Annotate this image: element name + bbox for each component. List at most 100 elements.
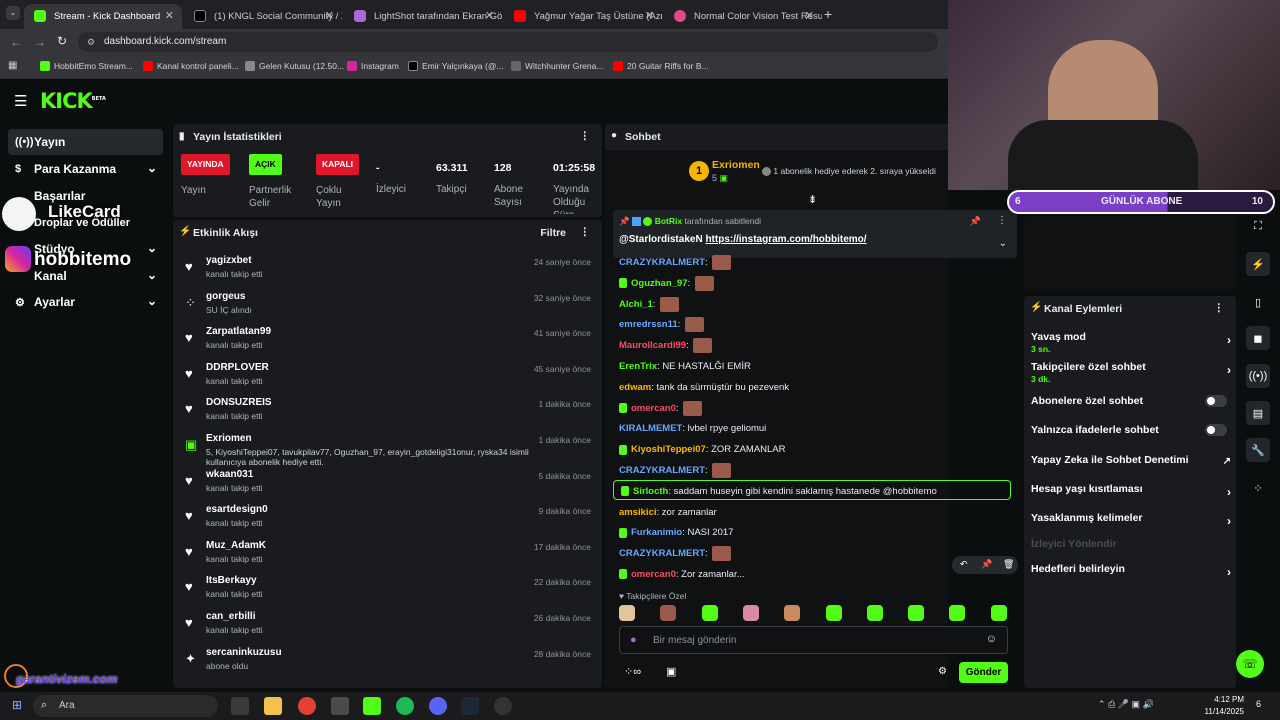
event-username[interactable]: Exriomen	[206, 433, 252, 444]
channel-action-item[interactable]: Yapay Zeka ile Sohbet Denetimi ↗	[1031, 454, 1231, 467]
tab-color-test[interactable]: Normal Color Vision Test Result ✕	[664, 4, 822, 29]
task-view-icon[interactable]	[231, 697, 249, 715]
event-username[interactable]: DONSUZREIS	[206, 397, 272, 408]
sidebar-item-ayarlar[interactable]: ⚙ Ayarlar ⌄	[8, 289, 163, 315]
discord-icon[interactable]	[429, 697, 447, 715]
event-username[interactable]: ItsBerkayy	[206, 575, 257, 586]
channel-action-item[interactable]: Abonelere özel sohbet	[1031, 395, 1231, 407]
pin-message-icon[interactable]: 📌	[981, 559, 992, 570]
kick-logo[interactable]: KICKBETA	[40, 89, 106, 113]
chat-message[interactable]: omercan0: Zor zamanlar...	[619, 567, 745, 583]
event-username[interactable]: gorgeus	[206, 291, 245, 302]
close-tab-icon[interactable]: ✕	[485, 9, 494, 22]
emote-option[interactable]	[949, 605, 966, 621]
chat-message[interactable]: CRAZYKRALMERT:	[619, 255, 732, 271]
reply-icon[interactable]: ↶	[960, 559, 968, 570]
send-button[interactable]: Gönder	[959, 662, 1008, 683]
chat-username[interactable]: omercan0	[631, 403, 676, 414]
channel-action-item[interactable]: Yalnızca ifadelerle sohbet	[1031, 424, 1231, 436]
kebab-menu-icon[interactable]: ⋮	[580, 130, 591, 142]
event-username[interactable]: esartdesign0	[206, 504, 268, 515]
chat-message[interactable]: Maurollcardi99:	[619, 338, 713, 354]
kick-app-icon[interactable]	[363, 697, 381, 715]
wrench-icon[interactable]: 🔧	[1246, 438, 1270, 462]
kebab-menu-icon[interactable]: ⋮	[997, 215, 1007, 226]
channel-action-item[interactable]: Yavaş mod 3 sn. ›	[1031, 331, 1231, 354]
emote-option[interactable]	[784, 605, 801, 621]
back-icon[interactable]: ←	[10, 35, 22, 49]
unpin-icon[interactable]: 📌	[970, 216, 981, 227]
chat-username[interactable]: emredrssn11	[619, 319, 678, 330]
chat-message[interactable]: emredrssn11:	[619, 317, 704, 333]
chat-message[interactable]: omercan0:	[619, 400, 703, 417]
delete-icon[interactable]: 🗑	[1003, 559, 1014, 570]
chat-settings-icon[interactable]: ⚙	[938, 666, 947, 677]
users-icon[interactable]: ⁘	[1246, 476, 1270, 500]
tab-x[interactable]: (1) KNGL Social Community / X ✕	[184, 4, 342, 29]
event-username[interactable]: yagizxbet	[206, 255, 252, 266]
bookmark-guitar[interactable]: 20 Guitar Riffs for B...	[613, 61, 709, 71]
event-username[interactable]: Muz_AdamK	[206, 540, 266, 551]
event-username[interactable]: DDRPLOVER	[206, 362, 269, 373]
bookmark-hobbitemo[interactable]: HobbitEmo Stream...	[40, 61, 133, 71]
channel-action-item[interactable]: Takipçilere özel sohbet 3 dk. ›	[1031, 361, 1231, 384]
tab-kick-dashboard[interactable]: Stream - Kick Dashboard ✕	[24, 4, 182, 29]
broadcast-icon[interactable]: ((•))	[1246, 364, 1270, 388]
channel-action-item[interactable]: Hedefleri belirleyin ›	[1031, 563, 1231, 579]
new-tab-icon[interactable]: +	[824, 6, 832, 22]
chat-username[interactable]: KiyoshiTeppei07	[631, 444, 706, 455]
pinned-link[interactable]: https://instagram.com/hobbitemo/	[705, 234, 866, 245]
chat-message[interactable]: KiyoshiTeppei07: ZOR ZAMANLAR	[619, 442, 786, 458]
bookmark-youtube-panel[interactable]: Kanal kontrol paneli...	[143, 61, 239, 71]
spotify-icon[interactable]	[396, 697, 414, 715]
chat-username[interactable]: amsikici	[619, 507, 657, 518]
chat-message[interactable]: amsikici: zor zamanlar	[619, 505, 717, 521]
channel-action-item[interactable]: İzleyici Yönlendir	[1031, 538, 1231, 550]
layout-icon[interactable]: ▤	[1246, 401, 1270, 425]
steam-icon[interactable]	[461, 697, 479, 715]
event-username[interactable]: wkaan031	[206, 469, 253, 480]
close-tab-icon[interactable]: ✕	[805, 9, 814, 22]
chat-message[interactable]: CRAZYKRALMERT:	[619, 546, 732, 562]
emoji-icon[interactable]: ☺	[986, 633, 997, 645]
bookmark-witchhunter[interactable]: Witchhunter Grena...	[511, 61, 603, 71]
chevron-down-icon[interactable]: ⌄	[999, 238, 1007, 249]
sidebar-item-yayin[interactable]: ((•)) Yayın	[8, 129, 163, 155]
forward-icon[interactable]: →	[34, 35, 46, 49]
tab-youtube[interactable]: Yağmur Yağar Taş Üstüne (Azra ✕	[504, 4, 662, 29]
reload-icon[interactable]: ↻	[57, 34, 67, 48]
chat-username[interactable]: CRAZYKRALMERT	[619, 465, 705, 476]
gifter-name[interactable]: Exriomen	[712, 159, 760, 171]
chat-username[interactable]: ErenTrix	[619, 361, 657, 372]
gift-box-icon[interactable]: ▣	[666, 665, 676, 678]
emote-option[interactable]	[990, 605, 1007, 621]
close-tab-icon[interactable]: ✕	[325, 9, 334, 22]
apps-grid-icon[interactable]: ▦	[8, 60, 17, 71]
points-icon[interactable]: ⁘∞	[624, 665, 641, 678]
chat-username[interactable]: edwam	[619, 382, 651, 393]
chat-username[interactable]: Alchi_1	[619, 299, 653, 310]
event-username[interactable]: sercaninkuzusu	[206, 647, 282, 658]
windows-start-icon[interactable]: ⊞	[12, 698, 22, 712]
file-explorer-icon[interactable]	[264, 697, 282, 715]
emote-option[interactable]	[701, 605, 718, 621]
emote-option[interactable]	[866, 605, 883, 621]
bookmark-x[interactable]: Emir Yalçınkaya (@...	[408, 61, 504, 71]
emote-option[interactable]	[825, 605, 842, 621]
chat-username[interactable]: Maurollcardi99	[619, 340, 686, 351]
bookmark-mail[interactable]: Gelen Kutusu (12.50...	[245, 61, 344, 71]
chat-message[interactable]: Oguzhan_97:	[619, 275, 714, 292]
chat-username[interactable]: omercan0	[631, 569, 676, 580]
notifications-badge[interactable]: 6	[1256, 699, 1261, 709]
event-username[interactable]: Zarpatlatan99	[206, 326, 271, 337]
close-tab-icon[interactable]: ✕	[645, 9, 654, 22]
chat-message[interactable]: CRAZYKRALMERT:	[619, 463, 732, 479]
site-info-icon[interactable]: ⚙	[87, 32, 95, 52]
chat-bubble-icon[interactable]: ◼	[1246, 326, 1270, 350]
chat-message[interactable]: KIRALMEMET: lvbel rpye geliomui	[619, 421, 766, 437]
tab-lightshot[interactable]: LightShot tarafından Ekran Gör ✕	[344, 4, 502, 29]
mic-icon[interactable]: ●	[630, 634, 637, 646]
emote-option[interactable]	[908, 605, 925, 621]
lightning-icon[interactable]: ⚡	[1246, 252, 1270, 276]
emote-option[interactable]	[619, 605, 635, 621]
